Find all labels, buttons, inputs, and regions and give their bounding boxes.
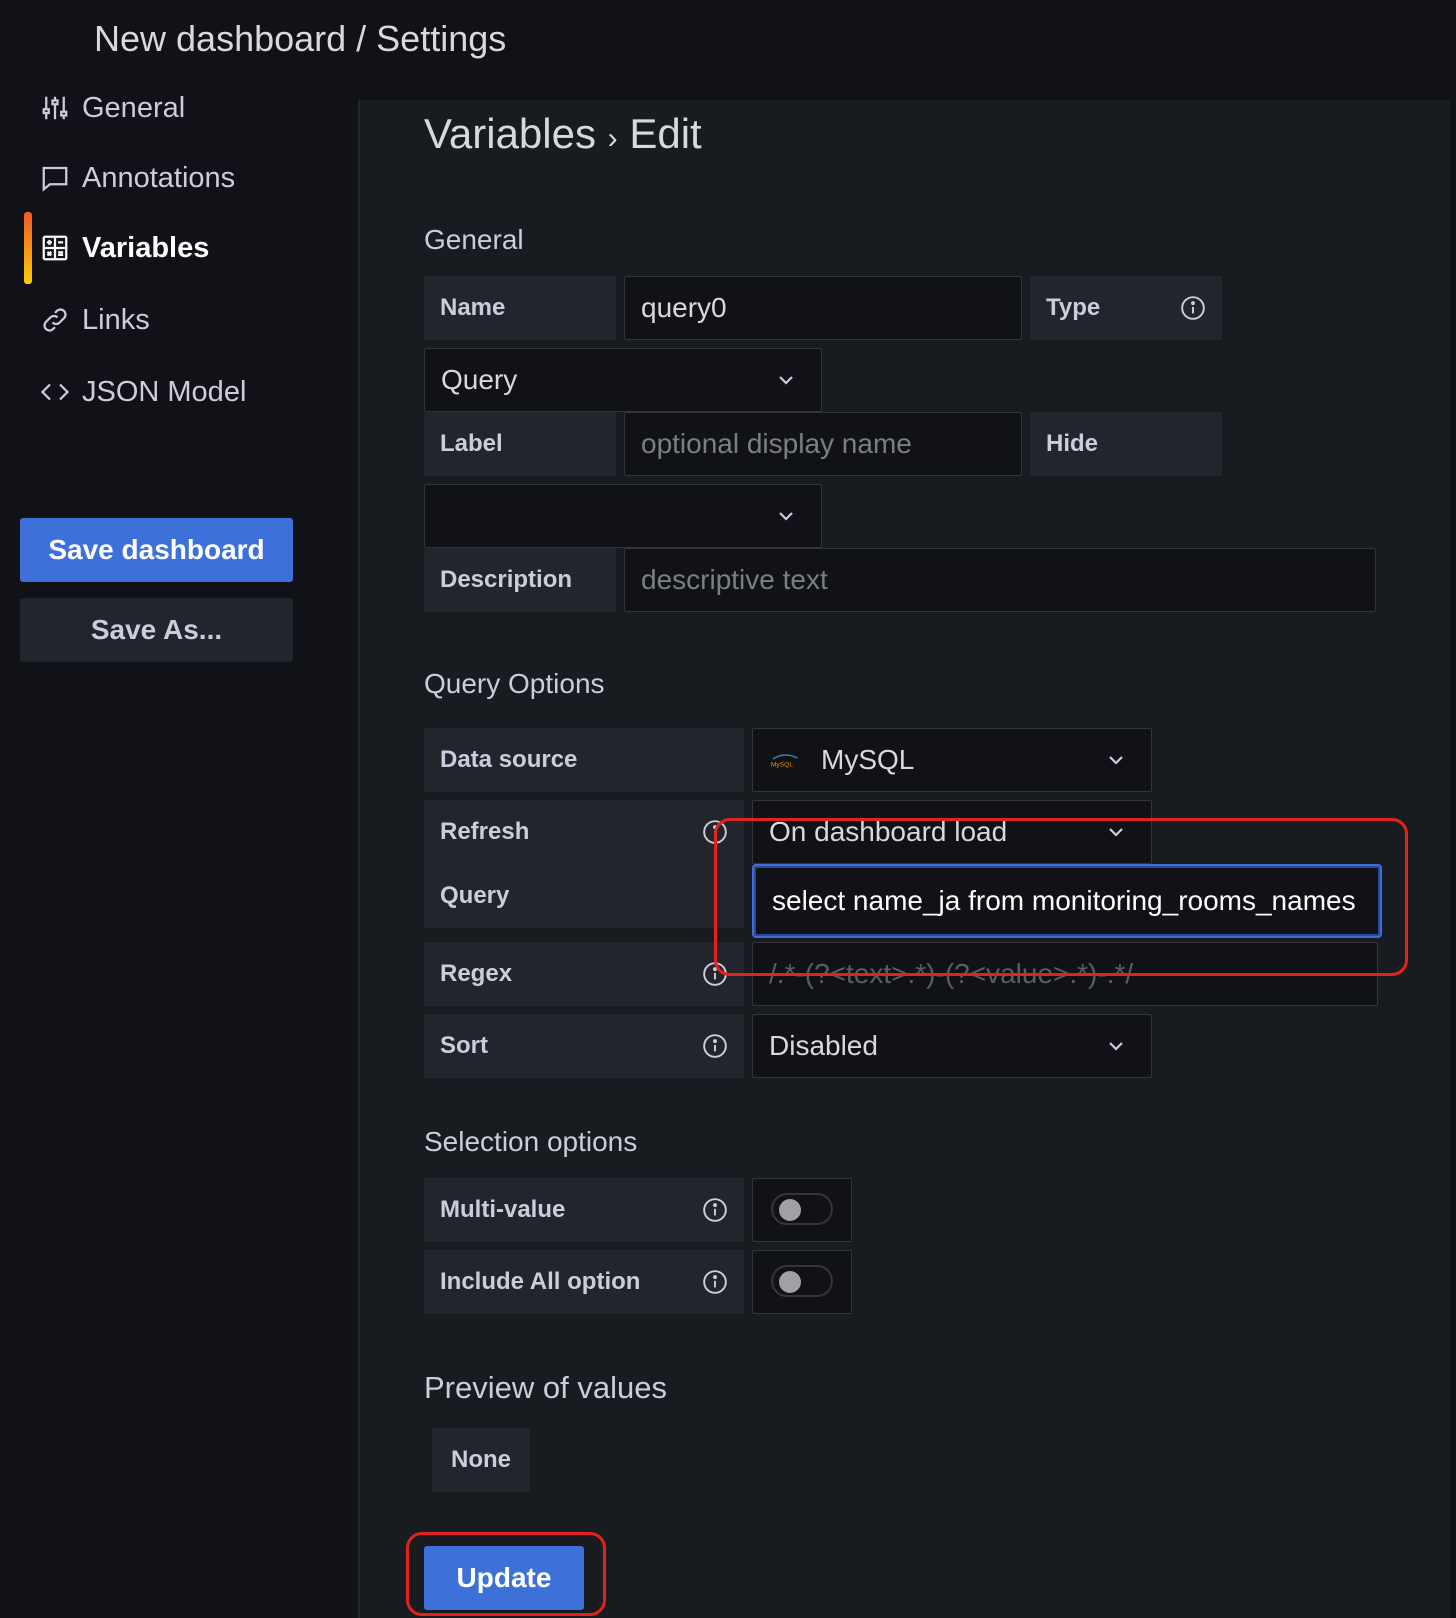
info-icon[interactable]	[702, 1197, 728, 1223]
chevron-down-icon	[779, 376, 793, 385]
include-all-label-text: Include All option	[440, 1268, 641, 1295]
code-icon	[40, 383, 70, 401]
link-icon	[43, 308, 67, 332]
sidebar-item-label: JSON Model	[82, 375, 247, 408]
section-general: General	[424, 224, 524, 255]
sidebar-item-label: Annotations	[82, 161, 236, 194]
chevron-down-icon	[1109, 828, 1123, 837]
sort-label-text: Sort	[440, 1032, 488, 1059]
info-icon[interactable]	[702, 1033, 728, 1059]
settings-sidebar: General Annotations Variables Links JSON…	[0, 92, 358, 1618]
page-title: New dashboard / Settings	[94, 18, 507, 59]
info-icon[interactable]	[702, 1269, 728, 1295]
sort-label: Sort	[424, 1014, 744, 1078]
type-label-text: Type	[1046, 294, 1101, 321]
refresh-label-text: Refresh	[440, 818, 530, 845]
include-all-toggle[interactable]	[771, 1265, 833, 1297]
type-select[interactable]: Query	[424, 348, 822, 412]
mysql-logo-icon: MySQL	[771, 754, 798, 769]
chevron-down-icon	[1109, 756, 1123, 765]
heading-main: Variables	[424, 110, 596, 157]
section-preview: Preview of values	[424, 1370, 667, 1405]
sidebar-item-general[interactable]: General	[40, 72, 340, 144]
refresh-label: Refresh	[424, 800, 744, 864]
info-icon[interactable]	[702, 819, 728, 845]
comment-icon	[42, 166, 68, 192]
save-as-button[interactable]: Save As...	[20, 598, 293, 662]
hide-label: Hide	[1030, 412, 1222, 476]
type-label: Type	[1030, 276, 1222, 340]
label-input[interactable]: optional display name	[624, 412, 1022, 476]
label-label: Label	[424, 412, 616, 476]
datasource-select[interactable]: MySQL MySQL	[752, 728, 1152, 792]
preview-value-chip: None	[432, 1428, 530, 1492]
description-input[interactable]: descriptive text	[624, 548, 1376, 612]
section-query-options: Query Options	[424, 668, 605, 699]
multi-value-label-text: Multi-value	[440, 1196, 566, 1223]
name-label: Name	[424, 276, 616, 340]
chevron-down-icon	[1109, 1042, 1123, 1051]
section-selection-options: Selection options	[424, 1126, 638, 1157]
chevron-down-icon	[779, 512, 793, 521]
multi-value-toggle-box	[752, 1178, 852, 1242]
info-icon[interactable]	[702, 961, 728, 987]
page-heading: Variables › Edit	[424, 110, 702, 158]
sort-value: Disabled	[769, 1030, 878, 1061]
sidebar-item-label: Variables	[82, 231, 210, 264]
regex-label-text: Regex	[440, 960, 513, 987]
refresh-value: On dashboard load	[769, 816, 1008, 847]
multi-value-toggle[interactable]	[771, 1193, 833, 1225]
toggle-knob	[779, 1199, 801, 1221]
datasource-label: Data source	[424, 728, 744, 792]
calculator-icon	[42, 235, 68, 261]
mysql-logo-text: MySQL	[771, 762, 793, 769]
info-icon[interactable]	[1180, 295, 1206, 321]
sidebar-item-variables[interactable]: Variables	[40, 212, 340, 284]
sidebar-item-label: General	[82, 91, 186, 124]
save-dashboard-button[interactable]: Save dashboard	[20, 518, 293, 582]
toggle-knob	[779, 1271, 801, 1293]
regex-label: Regex	[424, 942, 744, 1006]
sliders-icon	[42, 96, 68, 120]
query-label: Query	[424, 864, 744, 928]
type-select-value: Query	[441, 364, 518, 395]
multi-value-label: Multi-value	[424, 1178, 744, 1242]
datasource-value: MySQL	[821, 744, 915, 775]
include-all-label: Include All option	[424, 1250, 744, 1314]
refresh-select[interactable]: On dashboard load	[752, 800, 1152, 864]
query-textarea[interactable]: select name_ja from monitoring_rooms_nam…	[752, 864, 1382, 938]
name-input[interactable]: query0	[624, 276, 1022, 340]
regex-input[interactable]: /.*-(?<text>.*)-(?<value>.*)-.*/	[752, 942, 1378, 1006]
sidebar-item-json-model[interactable]: JSON Model	[40, 356, 340, 428]
sidebar-item-label: Links	[82, 303, 150, 336]
sort-select[interactable]: Disabled	[752, 1014, 1152, 1078]
description-label: Description	[424, 548, 616, 612]
hide-select[interactable]	[424, 484, 822, 548]
sidebar-item-links[interactable]: Links	[40, 284, 340, 356]
include-all-toggle-box	[752, 1250, 852, 1314]
update-button[interactable]: Update	[424, 1546, 584, 1610]
sidebar-item-annotations[interactable]: Annotations	[40, 142, 340, 214]
active-indicator	[24, 212, 32, 284]
variable-editor: Variables › Edit General Name query0 Typ…	[358, 100, 1450, 1618]
heading-sub: Edit	[629, 110, 702, 157]
heading-separator: ›	[607, 122, 618, 155]
